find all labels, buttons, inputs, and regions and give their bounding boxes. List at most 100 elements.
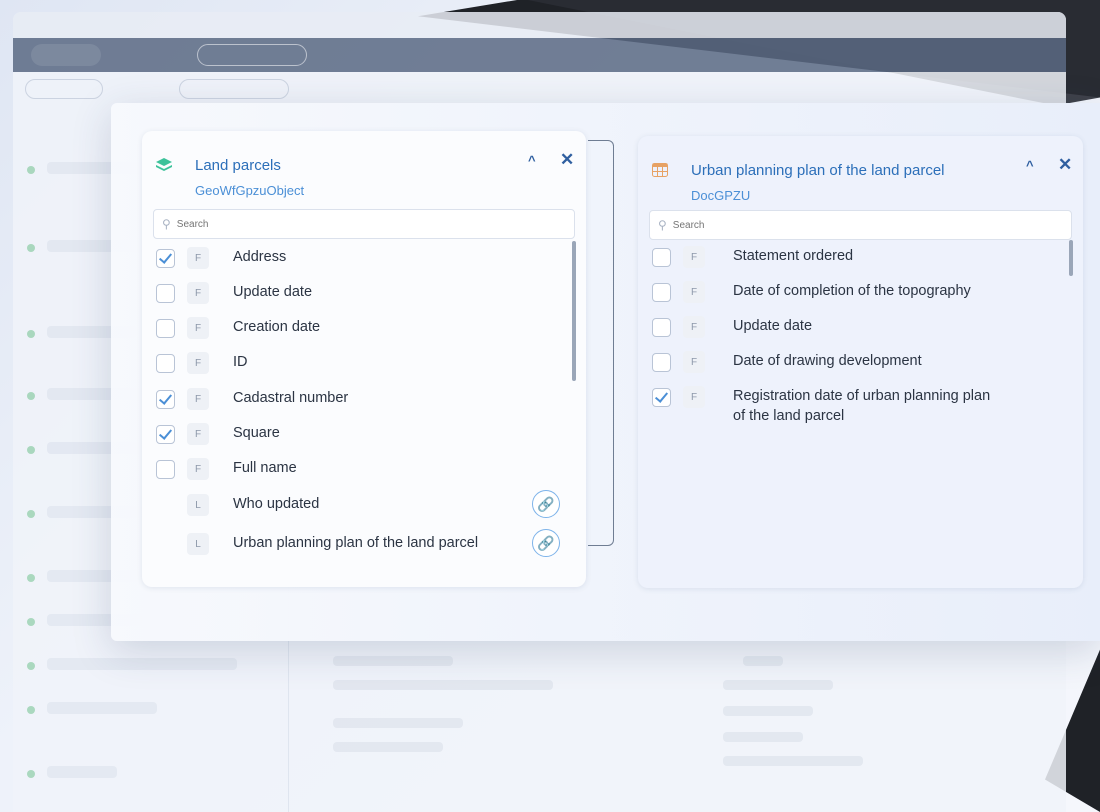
close-icon[interactable]: ✕ — [560, 150, 574, 170]
sidebar-dot — [27, 574, 35, 582]
list-item[interactable]: F Date of completion of the topography — [638, 275, 1083, 309]
panel-header: Urban planning plan of the land parcel D… — [638, 136, 1083, 212]
checkbox[interactable] — [156, 460, 175, 479]
row-label: Urban planning plan of the land parcel — [233, 535, 479, 551]
row-label: Statement ordered — [733, 248, 854, 264]
sidebar-dot — [27, 330, 35, 338]
panel-subtitle: DocGPZU — [691, 188, 751, 203]
relation-connector-line — [588, 140, 614, 546]
sidebar-dot — [27, 770, 35, 778]
row-label: Square — [233, 425, 280, 441]
sidebar-dot — [27, 446, 35, 454]
type-badge: F — [187, 352, 209, 374]
search-icon: ⚲ — [658, 218, 667, 232]
sidebar-dot — [27, 510, 35, 518]
row-label: ID — [233, 354, 248, 370]
list-item[interactable]: F Update date — [142, 276, 586, 310]
list-item[interactable]: F Date of drawing development — [638, 345, 1083, 379]
type-badge: F — [683, 351, 705, 373]
row-label: Date of completion of the topography — [733, 283, 971, 299]
close-icon[interactable]: ✕ — [1058, 155, 1072, 175]
list-item[interactable]: F Cadastral number — [142, 382, 586, 416]
table-icon — [652, 163, 668, 177]
list-item[interactable]: L Urban planning plan of the land parcel… — [142, 527, 586, 561]
panel-title: Land parcels — [195, 157, 281, 174]
toolbar-tab — [31, 44, 101, 66]
row-label: Address — [233, 249, 287, 265]
checkbox[interactable] — [156, 284, 175, 303]
type-badge: F — [683, 386, 705, 408]
sidebar-dot — [27, 244, 35, 252]
row-label: Date of drawing development — [733, 353, 922, 369]
ghost-row — [333, 656, 453, 666]
row-label: Update date — [233, 284, 313, 300]
type-badge: F — [683, 281, 705, 303]
type-badge: F — [187, 388, 209, 410]
row-label: Cadastral number — [233, 390, 349, 406]
search-input[interactable] — [176, 218, 377, 230]
checkbox[interactable] — [652, 283, 671, 302]
type-badge: F — [187, 423, 209, 445]
land-parcels-panel: Land parcels GeoWfGpzuObject ^ ✕ ⚲ F Add… — [142, 131, 586, 587]
checkbox[interactable] — [156, 354, 175, 373]
sidebar-row — [47, 766, 117, 778]
sidebar-dot — [27, 618, 35, 626]
list-item[interactable]: F Address — [142, 241, 586, 275]
checkbox[interactable] — [156, 425, 175, 444]
search-box: ⚲ — [153, 209, 575, 239]
type-badge: F — [683, 316, 705, 338]
panel-subtitle: GeoWfGpzuObject — [195, 183, 305, 198]
list-item[interactable]: F Statement ordered — [638, 240, 1083, 274]
search-input[interactable] — [672, 219, 873, 231]
checkbox[interactable] — [652, 248, 671, 267]
link-icon[interactable]: 🔗 — [532, 490, 560, 518]
ghost-row — [333, 742, 443, 752]
row-label: Registration date of urban planning plan… — [733, 388, 991, 424]
ghost-row — [743, 656, 783, 666]
ghost-row — [723, 756, 863, 766]
ghost-row — [723, 732, 803, 742]
ghost-row — [333, 718, 463, 728]
search-box: ⚲ — [649, 210, 1072, 240]
row-label: Full name — [233, 460, 297, 476]
sidebar-row — [47, 702, 157, 714]
sidebar-dot — [27, 662, 35, 670]
ghost-row — [333, 680, 553, 690]
collapse-icon[interactable]: ^ — [528, 153, 536, 168]
layers-icon — [156, 158, 172, 171]
link-icon[interactable]: 🔗 — [532, 529, 560, 557]
type-badge: L — [187, 494, 209, 516]
sidebar-dot — [27, 166, 35, 174]
sidebar-row — [47, 658, 237, 670]
type-badge: F — [187, 282, 209, 304]
type-badge: L — [187, 533, 209, 555]
list-item[interactable]: L Who updated 🔗 — [142, 488, 586, 522]
type-badge: F — [683, 246, 705, 268]
type-badge: F — [187, 247, 209, 269]
list-item[interactable]: F Update date — [638, 310, 1083, 344]
type-badge: F — [187, 317, 209, 339]
ghost-row — [723, 680, 833, 690]
list-item[interactable]: F Square — [142, 417, 586, 451]
checkbox[interactable] — [156, 319, 175, 338]
ghost-row — [723, 706, 813, 716]
row-label: Who updated — [233, 496, 320, 512]
panel-header: Land parcels GeoWfGpzuObject ^ ✕ — [142, 131, 586, 207]
search-icon: ⚲ — [162, 217, 171, 231]
checkbox[interactable] — [156, 249, 175, 268]
checkbox[interactable] — [652, 353, 671, 372]
collapse-icon[interactable]: ^ — [1026, 158, 1034, 173]
checkbox[interactable] — [652, 388, 671, 407]
list-item[interactable]: F Registration date of urban planning pl… — [638, 380, 1083, 430]
list-item[interactable]: F ID — [142, 346, 586, 380]
list-item[interactable]: F Full name — [142, 452, 586, 486]
filter-pill — [179, 79, 289, 99]
panel-title: Urban planning plan of the land parcel — [691, 162, 945, 179]
list-item[interactable]: F Creation date — [142, 311, 586, 345]
app-subbar — [13, 72, 1066, 106]
urban-planning-plan-panel: Urban planning plan of the land parcel D… — [638, 136, 1083, 588]
sidebar-dot — [27, 392, 35, 400]
checkbox[interactable] — [652, 318, 671, 337]
checkbox[interactable] — [156, 390, 175, 409]
type-badge: F — [187, 458, 209, 480]
